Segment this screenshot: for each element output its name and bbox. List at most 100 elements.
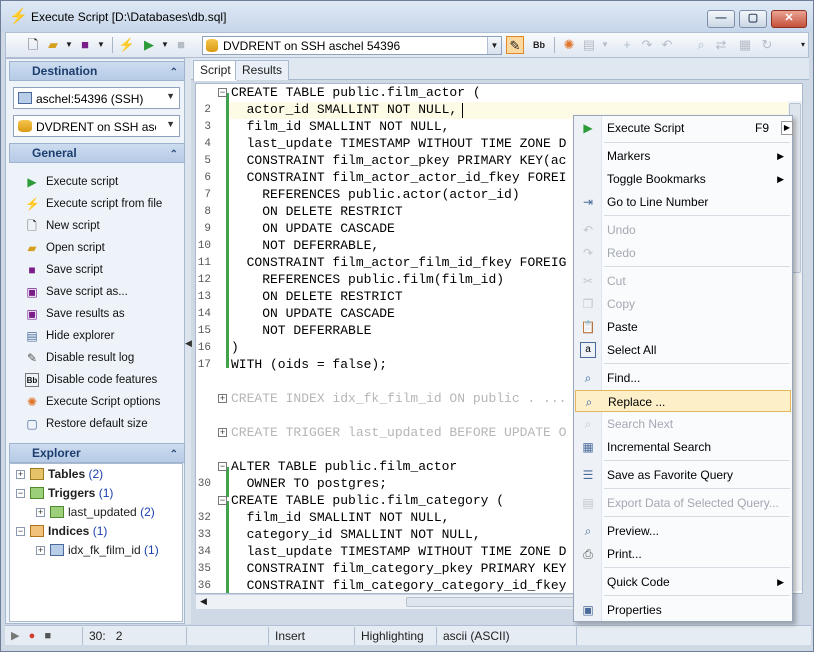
table-icon (30, 468, 44, 480)
code-features-icon[interactable]: Bb (530, 36, 548, 54)
menu-item-execute-script[interactable]: ▶ Execute Script F9 ▶ (575, 117, 793, 139)
chevron-down-icon[interactable]: ▼ (596, 36, 614, 54)
action-open-script[interactable]: ▰ Open script (9, 237, 183, 259)
menu-item-find[interactable]: ⌕ Find... (575, 367, 791, 389)
collapse-icon[interactable]: − (16, 489, 25, 498)
record-icon[interactable]: ● (29, 630, 36, 642)
line-number: 13 (197, 291, 211, 303)
chevron-down-icon[interactable]: ▼ (166, 91, 175, 101)
replace-icon[interactable]: ⇄ (712, 36, 730, 54)
maximize-button[interactable]: ▢ (739, 10, 767, 28)
menu-item-select-all[interactable]: a Select All (575, 339, 791, 361)
options-icon[interactable]: ✺ (560, 36, 578, 54)
menu-item-go-to-line[interactable]: ⇥ Go to Line Number (575, 191, 791, 213)
panel-splitter[interactable]: ◀ (185, 58, 192, 624)
stop-icon[interactable]: ■ (44, 630, 51, 642)
folded-code-line[interactable]: CREATE INDEX idx_fk_film_id ON public . … (231, 391, 566, 406)
menu-item-cut[interactable]: ✂ Cut (575, 270, 791, 292)
title-bar[interactable]: ⚡ Execute Script [D:\Databases\db.sql] —… (1, 1, 813, 32)
redo-icon[interactable]: ↷ (638, 36, 656, 54)
scroll-left-icon[interactable]: ◀ (200, 596, 207, 607)
tree-item-name: Tables (48, 467, 86, 481)
chevron-down-icon[interactable]: ▼ (166, 119, 175, 129)
tree-item-count: (1) (92, 524, 108, 538)
destination-header[interactable]: Destination ⌃ (9, 61, 185, 81)
submenu-arrow-icon[interactable]: ▶ (781, 121, 793, 135)
tab-script[interactable]: Script (193, 60, 238, 81)
fold-toggle-icon[interactable]: − (218, 88, 227, 97)
menu-item-preview[interactable]: ⌕ Preview... (575, 520, 791, 542)
collapse-icon[interactable]: ⌃ (170, 64, 178, 82)
edit-mode-icon[interactable]: ✎ (506, 36, 524, 54)
explorer-header[interactable]: Explorer ⌃ (9, 443, 185, 463)
menu-item-toggle-bookmarks[interactable]: Toggle Bookmarks ▶ (575, 168, 791, 190)
line-number: 32 (197, 512, 211, 524)
action-save-script-as[interactable]: ▣ Save script as... (9, 281, 183, 303)
search-next-icon: ⌕ (584, 417, 592, 431)
menu-item-paste[interactable]: 📋 Paste (575, 316, 791, 338)
action-restore-size[interactable]: ▢ Restore default size (9, 413, 183, 435)
menu-item-properties[interactable]: ▣ Properties (575, 599, 791, 621)
toolbar: 🗋 ▰ ▼ ■ ▼ ⚡ ▶ ▼ ■ DVDRENT on SSH aschel … (5, 32, 809, 58)
action-save-results[interactable]: ▣ Save results as (9, 303, 183, 325)
menu-item-markers[interactable]: Markers ▶ (575, 145, 791, 167)
play-icon[interactable]: ▶ (11, 630, 19, 642)
new-file-icon[interactable]: 🗋 (24, 36, 42, 54)
action-disable-code-features[interactable]: Bb Disable code features (9, 369, 183, 391)
collapse-icon[interactable]: − (16, 527, 25, 536)
database-combo[interactable]: DVDRENT on SSH aschel 54396 ▼ (13, 115, 180, 137)
chevron-down-icon[interactable]: ▼ (487, 37, 501, 54)
menu-item-export-data[interactable]: ▤ Export Data of Selected Query... (575, 492, 791, 514)
menu-item-save-favorite[interactable]: ☰ Save as Favorite Query (575, 464, 791, 486)
add-icon[interactable]: + (618, 36, 636, 54)
code-line: WITH (oids = false); (231, 357, 388, 372)
action-disable-result-log[interactable]: ✎ Disable result log (9, 347, 183, 369)
general-header[interactable]: General ⌃ (9, 143, 185, 163)
menu-item-redo[interactable]: ↷ Redo (575, 242, 791, 264)
refresh-icon[interactable]: ↻ (758, 36, 776, 54)
menu-item-print[interactable]: ⎙ Print... (575, 543, 791, 565)
menu-item-undo[interactable]: ↶ Undo (575, 219, 791, 241)
menu-label: Export Data of Selected Query... (607, 496, 779, 510)
menu-item-quick-code[interactable]: Quick Code ▶ (575, 571, 791, 593)
tab-results[interactable]: Results (235, 60, 290, 80)
folded-code-line[interactable]: CREATE TRIGGER last_updated BEFORE UPDAT… (231, 425, 566, 440)
select-all-icon[interactable]: ▦ (736, 36, 754, 54)
minimize-button[interactable]: — (707, 10, 735, 28)
paste-icon: 📋 (580, 320, 596, 334)
menu-label: Save as Favorite Query (607, 468, 734, 482)
toolbar-overflow-icon[interactable]: ▾ (794, 36, 812, 54)
host-combo[interactable]: aschel:54396 (SSH) ▼ (13, 87, 180, 109)
expand-fold-icon[interactable]: + (218, 394, 227, 403)
find-icon[interactable]: ⌕ (692, 36, 710, 54)
action-save-script[interactable]: ■ Save script (9, 259, 183, 281)
expand-icon[interactable]: + (36, 546, 45, 555)
collapse-left-icon[interactable]: ◀ (185, 338, 192, 349)
close-button[interactable]: ✕ (771, 10, 807, 28)
collapse-icon[interactable]: ⌃ (170, 146, 178, 164)
action-hide-explorer[interactable]: ▤ Hide explorer (9, 325, 183, 347)
connection-select[interactable]: DVDRENT on SSH aschel 54396 ▼ (202, 36, 502, 55)
action-script-options[interactable]: ✺ Execute Script options (9, 391, 183, 413)
menu-item-search-next[interactable]: ⌕ Search Next (575, 413, 791, 435)
expand-icon[interactable]: + (36, 508, 45, 517)
menu-item-incremental-search[interactable]: ▦ Incremental Search (575, 436, 791, 458)
code-line: CONSTRAINT film_actor_film_id_fkey FOREI… (231, 255, 567, 270)
menu-item-copy[interactable]: ❐ Copy (575, 293, 791, 315)
action-label: Execute Script options (46, 396, 161, 408)
action-new-script[interactable]: 🗋 New script (9, 215, 183, 237)
fold-toggle-icon[interactable]: − (218, 496, 227, 505)
stop-icon[interactable]: ■ (172, 36, 190, 54)
action-execute-from-file[interactable]: ⚡ Execute script from file (9, 193, 183, 215)
expand-fold-icon[interactable]: + (218, 428, 227, 437)
undo-icon[interactable]: ↶ (658, 36, 676, 54)
properties-icon: ▣ (582, 603, 594, 617)
fold-toggle-icon[interactable]: − (218, 462, 227, 471)
collapse-icon[interactable]: ⌃ (170, 446, 178, 464)
lightning-icon[interactable]: ⚡ (118, 36, 136, 54)
menu-item-replace[interactable]: ⌕ Replace ... (575, 390, 791, 412)
line-number: 5 (204, 155, 211, 167)
action-execute-script[interactable]: ▶ Execute script (9, 171, 183, 193)
expand-icon[interactable]: + (16, 470, 25, 479)
chevron-down-icon[interactable]: ▼ (92, 36, 110, 54)
